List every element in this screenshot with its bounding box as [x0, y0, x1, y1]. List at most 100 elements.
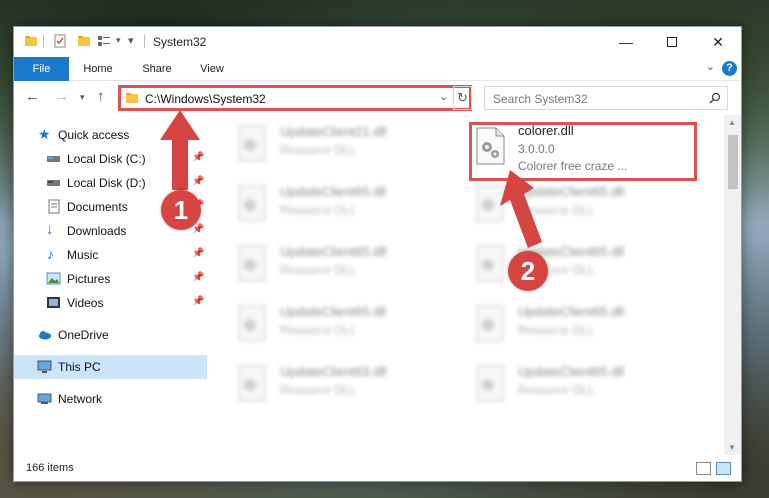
address-highlight-box: [118, 85, 472, 111]
divider: [43, 35, 44, 48]
properties-icon[interactable]: [53, 34, 67, 48]
file-description: Resource DLL: [280, 143, 357, 157]
file-name: UpdateClient65.dll: [518, 304, 625, 319]
explorer-window: ▾ ▾ System32 — ✕ File Home Share View ⌄ …: [13, 26, 742, 482]
up-arrow-icon[interactable]: ↑: [97, 88, 105, 105]
view-options-icon[interactable]: [97, 34, 111, 48]
file-description: Resource DLL: [280, 323, 357, 337]
sidebar-item-label: Pictures: [67, 272, 111, 286]
large-icons-view-button[interactable]: [716, 462, 731, 475]
status-bar: 166 items: [14, 457, 741, 481]
pictures-icon: [46, 272, 61, 285]
customize-qa-icon[interactable]: ▾: [128, 34, 134, 47]
navigation-bar: ← → ▾ ↑ ⌄ C:\Windows\System32 ↻ Search S…: [14, 82, 741, 114]
tab-share[interactable]: Share: [135, 57, 179, 81]
file-description: Resource DLL: [280, 203, 357, 217]
title-bar: ▾ ▾ System32 — ✕: [14, 27, 741, 57]
file-name: UpdateClient65.dll: [280, 184, 387, 199]
dll-file-icon: [238, 245, 266, 282]
tab-home[interactable]: Home: [76, 57, 120, 81]
star-icon: ★: [38, 126, 51, 142]
pin-icon[interactable]: 📌: [192, 248, 204, 259]
minimize-icon: —: [619, 34, 633, 50]
file-name: UpdateClient65.dll: [280, 304, 387, 319]
sidebar-item-pictures[interactable]: Pictures 📌: [14, 267, 207, 291]
folder-icon: [25, 36, 37, 46]
dll-file-icon: [476, 305, 504, 342]
expand-ribbon-icon[interactable]: ⌄: [706, 60, 715, 73]
close-button[interactable]: ✕: [695, 27, 741, 57]
file-description: Resource DLL: [280, 263, 357, 277]
tab-file[interactable]: File: [14, 57, 69, 81]
annotation-arrow-2: [500, 170, 542, 248]
network-icon: [37, 393, 52, 404]
maximize-icon: [667, 37, 677, 47]
list-item[interactable]: UpdateClient65.dll Resource DLL: [470, 361, 690, 411]
sidebar-item-label: Downloads: [67, 224, 127, 238]
sidebar-item-label: Music: [67, 248, 99, 262]
list-item[interactable]: UpdateClient65.dll Resource DLL: [232, 241, 452, 291]
list-item[interactable]: UpdateClient21.dll Resource DLL: [232, 121, 452, 171]
maximize-button[interactable]: [649, 27, 695, 57]
dll-file-icon: [238, 305, 266, 342]
scrollbar-thumb[interactable]: [728, 135, 738, 189]
sidebar-item-music[interactable]: ♪ Music 📌: [14, 243, 207, 267]
file-name: UpdateClient65.dll: [518, 364, 625, 379]
sidebar-item-label: Local Disk (C:): [67, 152, 146, 166]
sidebar-item-label: Documents: [67, 200, 128, 214]
dll-file-icon: [238, 125, 266, 162]
forward-arrow-icon[interactable]: →: [54, 88, 69, 105]
sidebar-item-label: Videos: [67, 296, 104, 310]
help-icon[interactable]: ?: [722, 61, 737, 76]
search-icon: [709, 92, 721, 104]
document-icon: [48, 199, 60, 214]
recent-locations-icon[interactable]: ▾: [80, 92, 85, 103]
chevron-down-icon[interactable]: ▾: [116, 35, 121, 46]
back-arrow-icon[interactable]: ←: [25, 88, 40, 105]
details-view-button[interactable]: [696, 462, 711, 475]
sidebar-item-label: Network: [58, 392, 103, 406]
new-folder-icon[interactable]: [77, 34, 91, 48]
list-item[interactable]: UpdateClient65.dll Resource DLL: [232, 181, 452, 231]
sidebar-item-onedrive[interactable]: OneDrive: [14, 323, 207, 347]
sidebar-item-videos[interactable]: Videos 📌: [14, 291, 207, 315]
tab-view[interactable]: View: [190, 57, 234, 81]
file-name: UpdateClient21.dll: [280, 124, 387, 139]
sidebar-item-this-pc[interactable]: This PC: [14, 355, 207, 379]
scroll-down-icon[interactable]: ▼: [728, 443, 736, 452]
close-icon: ✕: [712, 33, 724, 50]
list-item[interactable]: UpdateClient65.dll Resource DLL: [470, 301, 690, 351]
divider: [144, 35, 145, 48]
file-name: UpdateClient63.dll: [280, 364, 387, 379]
sidebar-item-label: Local Disk (D:): [67, 176, 146, 190]
download-icon: ↓: [46, 221, 54, 238]
minimize-button[interactable]: —: [603, 27, 649, 57]
sidebar-item-network[interactable]: Network: [14, 387, 207, 411]
computer-icon: [37, 360, 52, 373]
search-input[interactable]: Search System32: [484, 86, 728, 110]
file-description: Resource DLL: [280, 383, 357, 397]
pin-icon[interactable]: 📌: [192, 272, 204, 283]
refresh-icon: ↻: [457, 90, 468, 105]
pin-icon[interactable]: 📌: [192, 296, 204, 307]
sidebar-item-label: This PC: [58, 360, 101, 374]
item-count: 166 items: [26, 462, 74, 474]
vertical-scrollbar[interactable]: ▲ ▼: [724, 115, 741, 455]
music-icon: ♪: [47, 246, 54, 262]
sidebar-item-label: OneDrive: [58, 328, 109, 342]
ribbon-tabs: File Home Share View ⌄ ?: [14, 57, 741, 81]
search-placeholder: Search System32: [493, 92, 588, 106]
refresh-button[interactable]: ↻: [453, 86, 472, 110]
dll-file-icon: [476, 365, 504, 402]
video-icon: [47, 297, 60, 308]
list-item[interactable]: UpdateClient63.dll Resource DLL: [232, 361, 452, 411]
cloud-icon: [39, 331, 51, 340]
file-description: Resource DLL: [518, 323, 595, 337]
dll-file-icon: [238, 365, 266, 402]
list-item[interactable]: UpdateClient65.dll Resource DLL: [232, 301, 452, 351]
file-description: Resource DLL: [518, 383, 595, 397]
window-title: System32: [153, 35, 207, 49]
dll-file-icon: [238, 185, 266, 222]
scroll-up-icon[interactable]: ▲: [728, 118, 736, 127]
annotation-badge-1: 1: [161, 190, 201, 230]
